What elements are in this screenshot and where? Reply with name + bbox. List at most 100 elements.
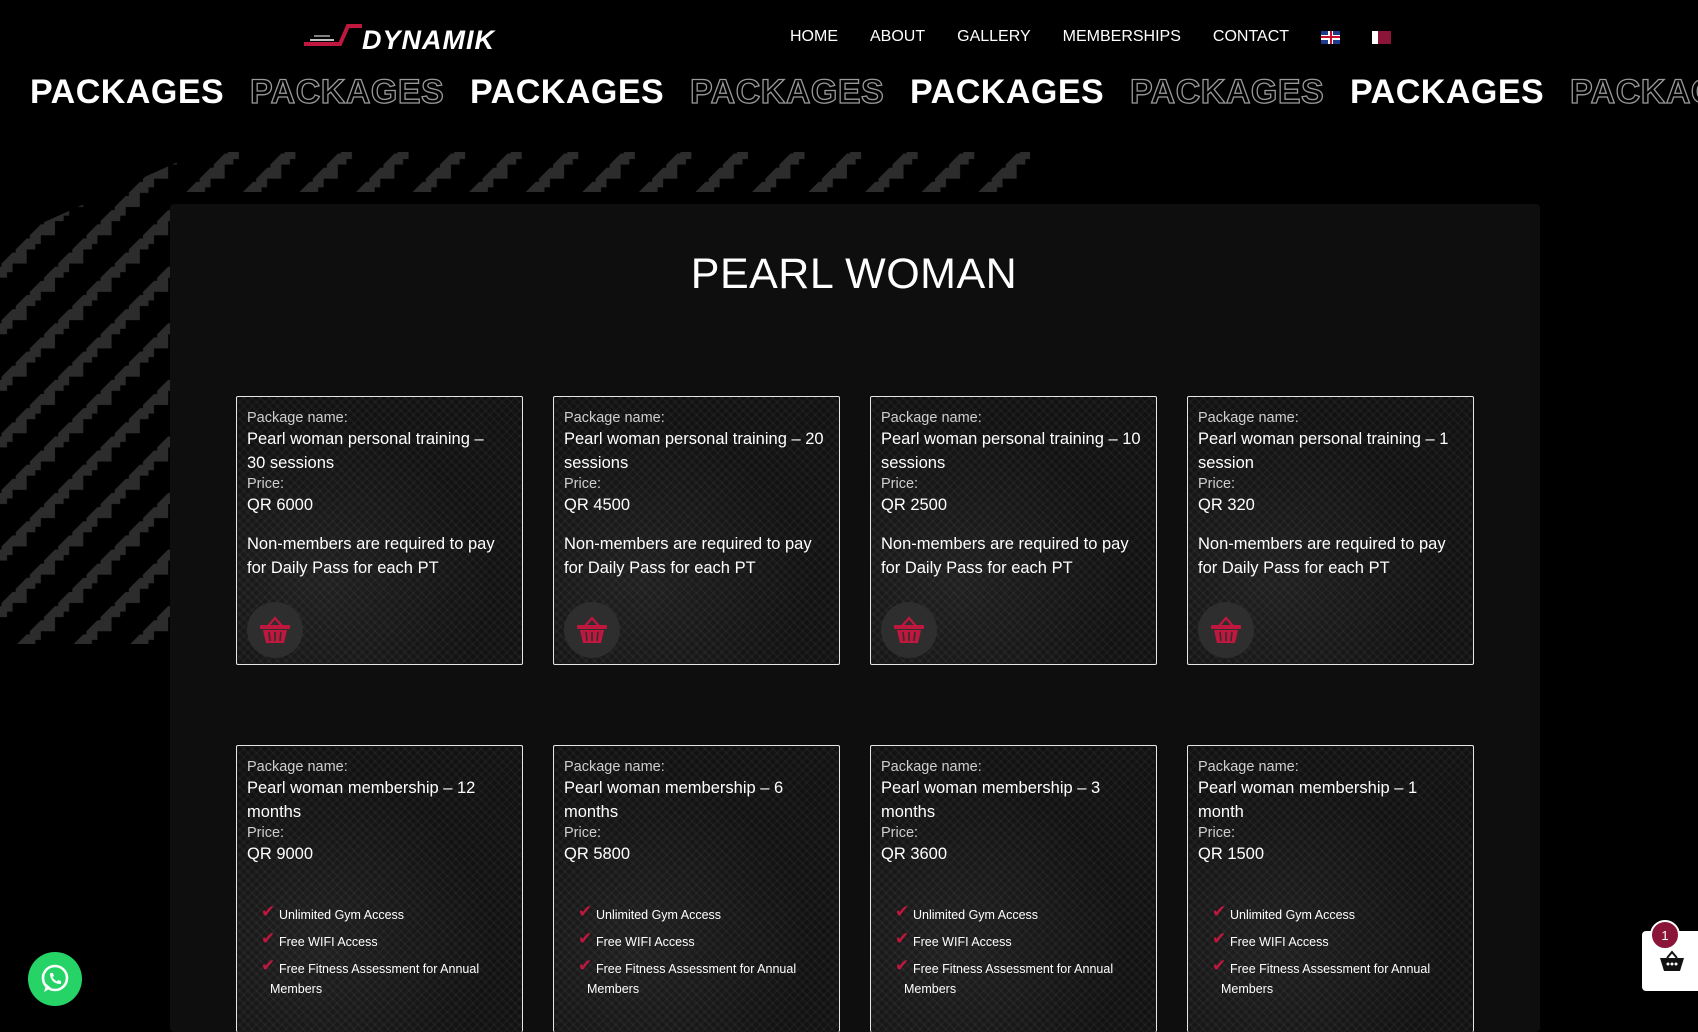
package-note: Non-members are required to pay for Dail… <box>881 532 1146 580</box>
package-name-label: Package name: <box>247 759 348 775</box>
main-nav: HOME ABOUT GALLERY MEMBERSHIPS CONTACT <box>790 26 1423 48</box>
package-price: QR 1500 <box>1198 845 1265 863</box>
feature-item: ✔ Free Fitness Assessment for Annual Membe… <box>1212 956 1431 996</box>
add-to-cart-button[interactable] <box>1198 602 1254 658</box>
feature-list: ✔ Unlimited Gym Access ✔ Free WIFI Access … <box>1198 902 1463 999</box>
package-name: Pearl woman personal training – 10 <box>881 430 1141 448</box>
checkmark-icon: ✔ <box>578 956 593 975</box>
package-name-cont: 30 sessions <box>247 454 335 472</box>
price-label: Price: <box>1198 476 1236 492</box>
package-price: QR 9000 <box>247 845 314 863</box>
feature-item: ✔ Free WIFI Access <box>895 929 1012 949</box>
checkmark-icon: ✔ <box>895 902 910 921</box>
package-name: Pearl woman membership – 12 <box>247 779 476 797</box>
whatsapp-chat-button[interactable] <box>28 952 82 1006</box>
price-label: Price: <box>247 825 285 841</box>
section-title: PEARL WOMAN <box>690 250 1018 298</box>
package-card: Package name: Pearl woman personal train… <box>1187 396 1474 665</box>
basket-icon <box>1211 616 1241 643</box>
marquee-word: PACKAGES <box>1569 72 1698 111</box>
feature-item: ✔ Free WIFI Access <box>1212 929 1329 949</box>
add-to-cart-button[interactable] <box>247 602 303 658</box>
membership-card: Package name: Pearl woman membership – 1… <box>236 745 523 1032</box>
package-name-label: Package name: <box>564 410 665 426</box>
package-name-cont: months <box>247 803 302 821</box>
package-price: QR 5800 <box>564 845 631 863</box>
logo-text: DYNAMIK <box>362 25 495 55</box>
qatar-flag-icon[interactable] <box>1372 30 1392 44</box>
checkmark-icon: ✔ <box>1212 956 1227 975</box>
feature-item: ✔ Free WIFI Access <box>578 929 695 949</box>
cart-count-badge: 1 <box>1650 920 1680 950</box>
marquee-word: PACKAGES <box>30 73 225 111</box>
note-line: for Daily Pass for each PT <box>247 559 439 577</box>
nav-gallery[interactable]: GALLERY <box>957 26 1031 48</box>
package-card: Package name: Pearl woman personal train… <box>236 396 523 665</box>
feature-item: ✔ Free Fitness Assessment for Annual Membe… <box>261 956 480 996</box>
basket-icon <box>260 616 290 643</box>
site-header: DYNAMIK HOME ABOUT GALLERY MEMBERSHIPS C… <box>0 0 1698 70</box>
checkmark-icon: ✔ <box>1212 902 1227 921</box>
basket-icon <box>894 616 924 643</box>
checkmark-icon: ✔ <box>895 956 910 975</box>
uk-flag-icon[interactable] <box>1321 30 1341 44</box>
package-name-label: Package name: <box>1198 759 1299 775</box>
package-price: QR 2500 <box>881 496 948 514</box>
package-name-cont: sessions <box>881 454 946 472</box>
package-name-cont: months <box>881 803 936 821</box>
package-name: Pearl woman personal training – 20 <box>564 430 824 448</box>
package-price: QR 6000 <box>247 496 314 514</box>
packages-marquee: PACKAGES PACKAGES PACKAGES PACKAGES PACK… <box>0 70 1698 114</box>
price-label: Price: <box>881 476 919 492</box>
package-card: Package name: Pearl woman personal train… <box>870 396 1157 665</box>
feature-item: ✔ Unlimited Gym Access <box>1212 902 1356 922</box>
package-note: Non-members are required to pay for Dail… <box>564 532 829 580</box>
feature-item: ✔ Free Fitness Assessment for Annual Membe… <box>578 956 797 996</box>
nav-memberships[interactable]: MEMBERSHIPS <box>1063 26 1181 48</box>
package-name-label: Package name: <box>881 759 982 775</box>
price-label: Price: <box>1198 825 1236 841</box>
checkmark-icon: ✔ <box>261 902 276 921</box>
price-label: Price: <box>881 825 919 841</box>
checkmark-icon: ✔ <box>1212 929 1227 948</box>
add-to-cart-button[interactable] <box>564 602 620 658</box>
package-name: Pearl woman membership – 3 <box>881 779 1101 797</box>
package-name: Pearl woman membership – 1 <box>1198 779 1418 797</box>
price-label: Price: <box>564 825 602 841</box>
package-name-label: Package name: <box>247 410 348 426</box>
cart-basket-icon <box>1660 950 1684 971</box>
nav-about[interactable]: ABOUT <box>870 26 925 48</box>
membership-card: Package name: Pearl woman membership – 6… <box>553 745 840 1032</box>
marquee-word: PACKAGES <box>249 72 445 111</box>
nav-contact[interactable]: CONTACT <box>1213 26 1289 48</box>
package-name-label: Package name: <box>564 759 665 775</box>
marquee-word: PACKAGES <box>470 73 665 111</box>
package-price: QR 4500 <box>564 496 631 514</box>
checkmark-icon: ✔ <box>895 929 910 948</box>
checkmark-icon: ✔ <box>578 902 593 921</box>
feature-list: ✔ Unlimited Gym Access ✔ Free WIFI Access … <box>247 902 512 999</box>
add-to-cart-button[interactable] <box>881 602 937 658</box>
package-name-cont: sessions <box>564 454 629 472</box>
nav-home[interactable]: HOME <box>790 26 838 48</box>
feature-item: ✔ Unlimited Gym Access <box>895 902 1039 922</box>
marquee-word: PACKAGES <box>910 73 1105 111</box>
marquee-word: PACKAGES <box>689 72 885 111</box>
package-name-cont: months <box>564 803 619 821</box>
package-note: Non-members are required to pay for Dail… <box>247 532 512 580</box>
feature-item: ✔ Free Fitness Assessment for Annual Membe… <box>895 956 1114 996</box>
dynamik-logo[interactable]: DYNAMIK <box>300 20 500 60</box>
checkmark-icon: ✔ <box>261 929 276 948</box>
note-line: Non-members are required to pay <box>881 535 1129 553</box>
feature-item: ✔ Unlimited Gym Access <box>578 902 722 922</box>
checkmark-icon: ✔ <box>261 956 276 975</box>
package-name-cont: session <box>1198 454 1254 472</box>
note-line: for Daily Pass for each PT <box>1198 559 1390 577</box>
marquee-word: PACKAGES <box>1350 73 1545 111</box>
basket-icon <box>577 616 607 643</box>
package-name: Pearl woman personal training – 1 <box>1198 430 1449 448</box>
package-price: QR 3600 <box>881 845 948 863</box>
logo-mark-icon <box>304 24 362 46</box>
package-name: Pearl woman personal training – <box>247 430 484 448</box>
package-note: Non-members are required to pay for Dail… <box>1198 532 1463 580</box>
